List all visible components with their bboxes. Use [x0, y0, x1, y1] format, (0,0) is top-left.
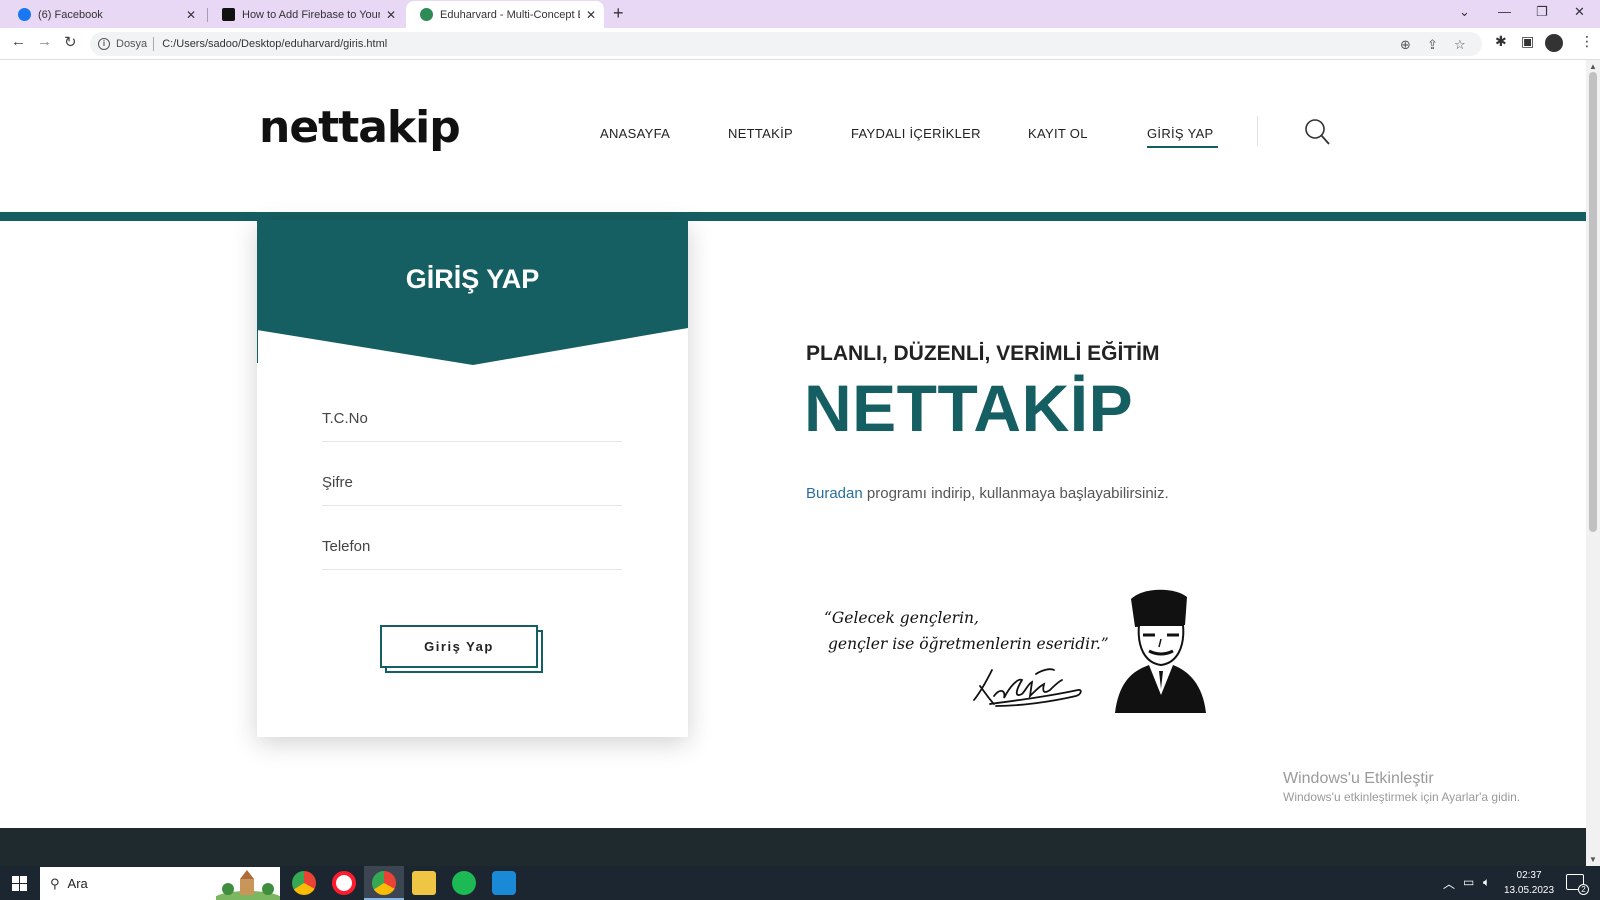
tab-title: (6) Facebook — [38, 8, 103, 21]
web-page: nettakip ANASAYFA NETTAKİP FAYDALI İÇERİ… — [0, 60, 1586, 866]
search-icon: ⚲ — [50, 875, 60, 891]
menu-dots-icon[interactable]: ⋮ — [1580, 33, 1594, 50]
minimize-button[interactable]: — — [1498, 4, 1511, 19]
divider — [153, 37, 155, 51]
chrome-app-icon[interactable] — [292, 871, 316, 895]
download-link[interactable]: Buradan — [806, 485, 863, 502]
bookmark-star-icon[interactable]: ☆ — [1454, 37, 1466, 53]
tab-eduharvard[interactable]: Eduharvard - Multi-Concept Edu ✕ — [406, 1, 604, 28]
login-title: GİRİŞ YAP — [405, 264, 540, 294]
forward-button[interactable]: → — [37, 33, 52, 50]
share-icon[interactable]: ⇪ — [1427, 37, 1438, 53]
new-tab-button[interactable]: + — [613, 3, 624, 24]
login-button-wrap: Giriş Yap — [380, 625, 546, 677]
ataturk-quote: “Gelecek gençlerin, gençler ise öğretmen… — [824, 605, 1109, 657]
tab-firebase-article[interactable]: How to Add Firebase to Your Java ✕ — [208, 1, 404, 28]
phone-field[interactable]: Telefon — [322, 526, 622, 570]
nav-giris-yap[interactable]: GİRİŞ YAP — [1147, 126, 1218, 148]
download-text: programı indirip, kullanmaya başlayabili… — [866, 485, 1169, 502]
scroll-up-icon[interactable]: ▲ — [1589, 62, 1597, 71]
reload-button[interactable]: ↻ — [64, 33, 77, 51]
clock-time: 02:37 — [1516, 870, 1542, 881]
notification-count: 2 — [1578, 884, 1589, 895]
tc-no-placeholder: T.C.No — [322, 410, 368, 427]
close-window-button[interactable]: ✕ — [1574, 4, 1585, 20]
footer-band — [0, 828, 1586, 866]
hero-tagline: PLANLI, DÜZENLİ, VERİMLİ EĞİTİM — [806, 342, 1160, 365]
ataturk-signature — [973, 668, 1082, 707]
watermark-title: Windows'u Etkinleştir — [1283, 770, 1434, 787]
notification-center-icon[interactable]: 2 — [1566, 874, 1589, 895]
chrome-profile-app-icon[interactable] — [372, 871, 396, 895]
phone-placeholder: Telefon — [322, 538, 371, 555]
tc-no-field[interactable]: T.C.No — [322, 398, 622, 442]
tray-chevron-icon[interactable]: ︿ — [1443, 875, 1455, 892]
volume-icon[interactable]: 🔈︎ — [1483, 875, 1490, 890]
scroll-thumb[interactable] — [1589, 72, 1597, 532]
search-highlight-image — [216, 867, 280, 900]
tab-facebook[interactable]: (6) Facebook ✕ — [4, 1, 204, 28]
profile-avatar[interactable] — [1545, 34, 1563, 52]
facebook-icon — [18, 8, 31, 21]
file-explorer-icon[interactable] — [412, 871, 436, 895]
nav-kayit-ol[interactable]: KAYIT OL — [1028, 126, 1088, 141]
clock-date: 13.05.2023 — [1504, 885, 1555, 896]
quote-line-2: gençler ise öğretmenlerin eseridir.” — [828, 635, 1109, 653]
nav-nettakip[interactable]: NETTAKİP — [728, 126, 793, 141]
zoom-icon[interactable]: ⊕ — [1400, 37, 1411, 53]
close-tab-icon[interactable]: ✕ — [186, 8, 196, 22]
globe-icon — [420, 8, 433, 21]
login-submit-button[interactable]: Giriş Yap — [380, 625, 538, 668]
vscode-app-icon[interactable] — [492, 871, 516, 895]
side-panel-icon[interactable]: ▣ — [1521, 33, 1534, 50]
tab-title: How to Add Firebase to Your Java — [242, 8, 380, 21]
watermark-subtitle: Windows'u etkinleştirmek için Ayarlar'a … — [1283, 790, 1521, 804]
download-paragraph: Buradan programı indirip, kullanmaya baş… — [806, 485, 1169, 502]
address-bar[interactable]: i Dosya C:/Users/sadoo/Desktop/eduharvar… — [90, 32, 1482, 56]
scroll-down-icon[interactable]: ▼ — [1589, 855, 1597, 864]
browser-tab-strip: (6) Facebook ✕ How to Add Firebase to Yo… — [0, 0, 1600, 28]
password-placeholder: Şifre — [322, 474, 353, 491]
network-icon[interactable]: ▭ — [1463, 875, 1474, 889]
nav-faydali-icerikler[interactable]: FAYDALI İÇERİKLER — [851, 126, 981, 141]
spotify-app-icon[interactable] — [452, 871, 476, 895]
back-button[interactable]: ← — [11, 33, 26, 50]
windows-activation-watermark: Windows'u Etkinleştir Windows'u etkinleş… — [1283, 770, 1520, 804]
windows-start-icon[interactable] — [12, 876, 27, 891]
tab-search-icon[interactable]: ⌄ — [1459, 4, 1470, 20]
taskbar-search[interactable]: ⚲ Ara — [40, 867, 280, 900]
login-card: GİRİŞ YAP T.C.No Şifre Telefon Giriş Yap — [257, 220, 688, 737]
hero-title: NETTAKİP — [804, 371, 1134, 445]
taskbar-clock[interactable]: 02:37 13.05.2023 — [1504, 868, 1554, 898]
site-logo[interactable]: nettakip — [259, 102, 461, 153]
header-band — [0, 212, 1586, 221]
nav-anasayfa[interactable]: ANASAYFA — [600, 126, 670, 141]
restore-button[interactable]: ❐ — [1536, 4, 1548, 20]
ataturk-portrait — [1115, 589, 1206, 713]
info-icon[interactable]: i — [98, 38, 110, 50]
quote-line-1: “Gelecek gençlerin, — [824, 609, 979, 627]
windows-taskbar: ⚲ Ara ︿ ▭ 🔈︎ 02:37 13.05.2023 2 — [0, 866, 1600, 900]
tab-title: Eduharvard - Multi-Concept Edu — [440, 8, 580, 21]
page-scrollbar[interactable]: ▲ ▼ — [1586, 60, 1600, 866]
close-tab-icon[interactable]: ✕ — [586, 8, 596, 22]
dev-icon — [222, 8, 235, 21]
url-text[interactable]: C:/Users/sadoo/Desktop/eduharvard/giris.… — [162, 38, 387, 50]
browser-toolbar: ← → ↻ i Dosya C:/Users/sadoo/Desktop/edu… — [0, 28, 1600, 60]
password-field[interactable]: Şifre — [322, 462, 622, 506]
search-icon[interactable] — [1304, 118, 1330, 146]
close-tab-icon[interactable]: ✕ — [386, 8, 396, 22]
opera-app-icon[interactable] — [332, 871, 356, 895]
extensions-icon[interactable]: ✱ — [1495, 33, 1507, 50]
nav-divider — [1257, 116, 1258, 146]
scheme-label: Dosya — [116, 38, 148, 50]
taskbar-search-label: Ara — [67, 876, 88, 891]
